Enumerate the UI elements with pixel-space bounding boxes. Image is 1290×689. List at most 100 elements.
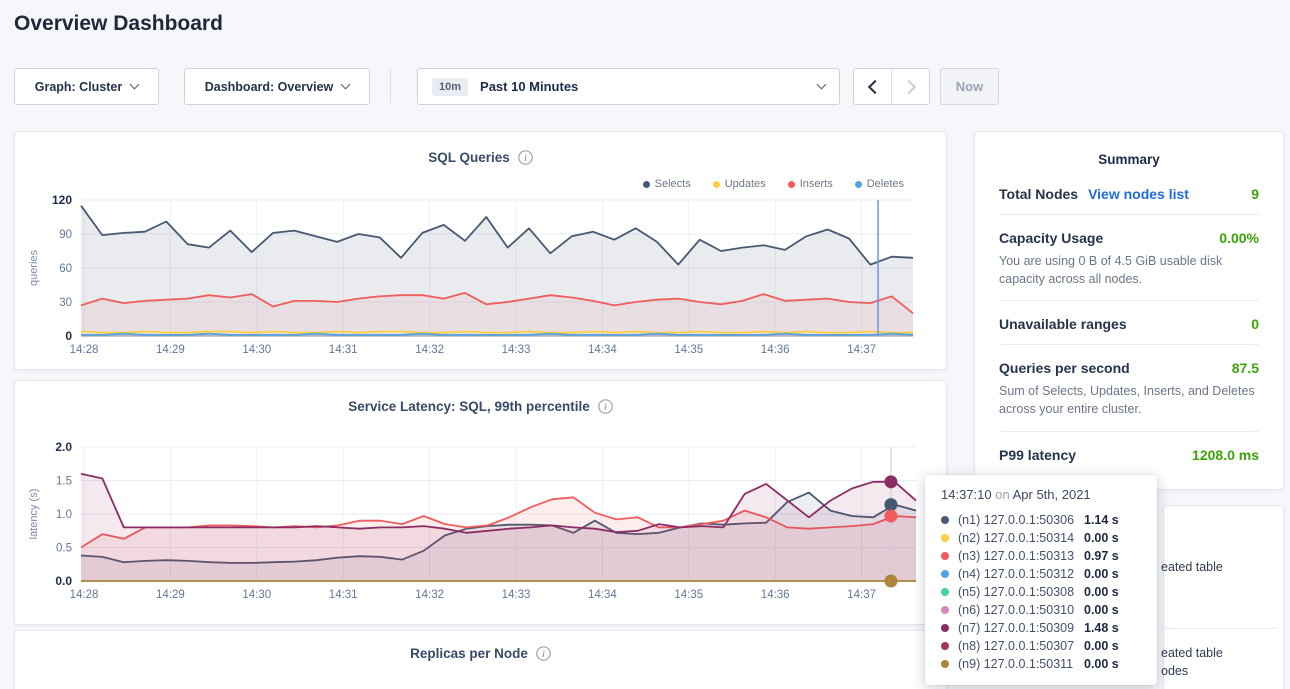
time-backward-button[interactable] (854, 69, 891, 104)
replicas-per-node-chart-title: Replicas per Node i (15, 646, 946, 661)
svg-text:0.0: 0.0 (55, 574, 72, 588)
series-color-dot (941, 606, 949, 614)
latency-value: 0.00 s (1084, 585, 1119, 599)
node-address: (n7) 127.0.0.1:50309 (958, 621, 1084, 635)
metric-label: Queries per second (999, 360, 1130, 376)
service-latency-chart[interactable]: 0.00.51.01.52.014:2814:2914:3014:3114:32… (15, 381, 948, 626)
latency-value: 0.00 s (1084, 567, 1119, 581)
summary-row-total-nodes: Total Nodes View nodes list 9 (999, 171, 1259, 215)
summary-title: Summary (975, 132, 1283, 167)
svg-text:14:30: 14:30 (242, 344, 271, 356)
node-address: (n5) 127.0.0.1:50308 (958, 585, 1084, 599)
tooltip-timestamp: 14:37:10 on Apr 5th, 2021 (941, 487, 1143, 502)
node-address: (n9) 127.0.0.1:50311 (958, 657, 1084, 671)
chevron-down-icon (130, 80, 140, 90)
latency-value: 0.00 s (1084, 531, 1119, 545)
now-button[interactable]: Now (940, 68, 999, 105)
metric-value: 0 (1251, 316, 1259, 332)
metric-value: 9 (1251, 186, 1259, 202)
event-text-fragment: eated table (1161, 646, 1223, 660)
dashboard-selector-dropdown[interactable]: Dashboard: Overview (184, 68, 370, 105)
time-window-dropdown[interactable]: 10m Past 10 Minutes (417, 68, 840, 105)
time-window-badge: 10m (432, 78, 468, 96)
tooltip-node-rows: (n1) 127.0.0.1:503061.14 s(n2) 127.0.0.1… (941, 511, 1143, 673)
view-nodes-list-link[interactable]: View nodes list (1088, 186, 1189, 202)
tooltip-node-row: (n7) 127.0.0.1:503091.48 s (941, 619, 1143, 637)
metric-label: Total Nodes (999, 186, 1078, 202)
series-color-dot (941, 534, 949, 542)
svg-text:14:31: 14:31 (329, 589, 358, 601)
sql-queries-chart-card: SQL Queries i SelectsUpdatesInsertsDelet… (14, 131, 947, 370)
metric-value: 87.5 (1232, 360, 1259, 376)
events-divider (1164, 628, 1277, 629)
event-text-fragment: odes (1161, 664, 1188, 678)
node-address: (n1) 127.0.0.1:50306 (958, 513, 1084, 527)
tooltip-node-row: (n8) 127.0.0.1:503070.00 s (941, 637, 1143, 655)
sql-queries-chart[interactable]: 030609012014:2814:2914:3014:3114:3214:33… (15, 132, 948, 371)
graph-selector-dropdown[interactable]: Graph: Cluster (14, 68, 159, 105)
summary-body: Total Nodes View nodes list 9 Capacity U… (975, 167, 1283, 475)
series-color-dot (941, 552, 949, 560)
time-step-buttons (853, 68, 930, 105)
series-color-dot (941, 516, 949, 524)
metric-label: Unavailable ranges (999, 316, 1127, 332)
events-panel: eated tableeated tableodes (1163, 505, 1284, 689)
chevron-down-icon (817, 80, 827, 90)
tooltip-node-row: (n5) 127.0.0.1:503080.00 s (941, 583, 1143, 601)
svg-text:1.0: 1.0 (56, 509, 72, 521)
metric-label: Capacity Usage (999, 230, 1103, 246)
tooltip-node-row: (n6) 127.0.0.1:503100.00 s (941, 601, 1143, 619)
svg-text:14:33: 14:33 (502, 589, 531, 601)
overview-dashboard-page: Overview Dashboard Graph: Cluster Dashbo… (0, 0, 1290, 689)
metric-value: 1208.0 ms (1192, 447, 1259, 463)
dashboard-selector-label: Dashboard: Overview (205, 80, 334, 94)
metric-value: 0.00% (1219, 230, 1259, 246)
svg-text:14:32: 14:32 (415, 589, 444, 601)
series-color-dot (941, 660, 949, 668)
svg-text:14:28: 14:28 (70, 589, 99, 601)
metric-description: You are using 0 B of 4.5 GiB usable disk… (999, 252, 1259, 288)
summary-row-queries-per-second: Queries per second 87.5 Sum of Selects, … (999, 345, 1259, 431)
service-latency-chart-card: Service Latency: SQL, 99th percentile i … (14, 380, 947, 625)
svg-text:14:31: 14:31 (329, 344, 358, 356)
tooltip-node-row: (n1) 127.0.0.1:503061.14 s (941, 511, 1143, 529)
page-title: Overview Dashboard (14, 12, 223, 36)
metric-label: P99 latency (999, 447, 1076, 463)
time-forward-button[interactable] (891, 69, 929, 104)
latency-value: 1.14 s (1084, 513, 1119, 527)
svg-text:14:36: 14:36 (761, 344, 790, 356)
svg-text:2.0: 2.0 (55, 440, 72, 454)
info-icon[interactable]: i (536, 646, 551, 661)
node-address: (n2) 127.0.0.1:50314 (958, 531, 1084, 545)
svg-text:14:28: 14:28 (70, 344, 99, 356)
series-color-dot (941, 642, 949, 650)
svg-text:90: 90 (59, 229, 72, 241)
tooltip-node-row: (n3) 127.0.0.1:503130.97 s (941, 547, 1143, 565)
svg-text:0: 0 (65, 329, 72, 343)
summary-row-p99-latency: P99 latency 1208.0 ms (999, 432, 1259, 475)
svg-text:queries: queries (28, 249, 40, 286)
tooltip-node-row: (n2) 127.0.0.1:503140.00 s (941, 529, 1143, 547)
svg-text:1.5: 1.5 (56, 476, 72, 488)
svg-text:14:34: 14:34 (588, 344, 617, 356)
summary-row-unavailable-ranges: Unavailable ranges 0 (999, 301, 1259, 345)
chevron-left-icon (867, 79, 881, 93)
svg-text:14:33: 14:33 (502, 344, 531, 356)
tooltip-node-row: (n9) 127.0.0.1:503110.00 s (941, 655, 1143, 673)
svg-text:14:36: 14:36 (761, 589, 790, 601)
svg-text:14:29: 14:29 (156, 589, 185, 601)
chevron-down-icon (341, 80, 351, 90)
node-address: (n6) 127.0.0.1:50310 (958, 603, 1084, 617)
latency-value: 0.97 s (1084, 549, 1119, 563)
tooltip-node-row: (n4) 127.0.0.1:503120.00 s (941, 565, 1143, 583)
svg-text:14:35: 14:35 (674, 589, 703, 601)
svg-text:latency (s): latency (s) (28, 489, 40, 540)
summary-row-capacity-usage: Capacity Usage 0.00% You are using 0 B o… (999, 215, 1259, 301)
svg-text:0.5: 0.5 (56, 543, 72, 555)
svg-text:14:29: 14:29 (156, 344, 185, 356)
svg-text:30: 30 (59, 297, 72, 309)
svg-text:120: 120 (52, 193, 72, 207)
svg-text:i: i (542, 649, 545, 659)
graph-selector-label: Graph: Cluster (35, 80, 123, 94)
summary-panel: Summary Total Nodes View nodes list 9 Ca… (974, 131, 1284, 490)
